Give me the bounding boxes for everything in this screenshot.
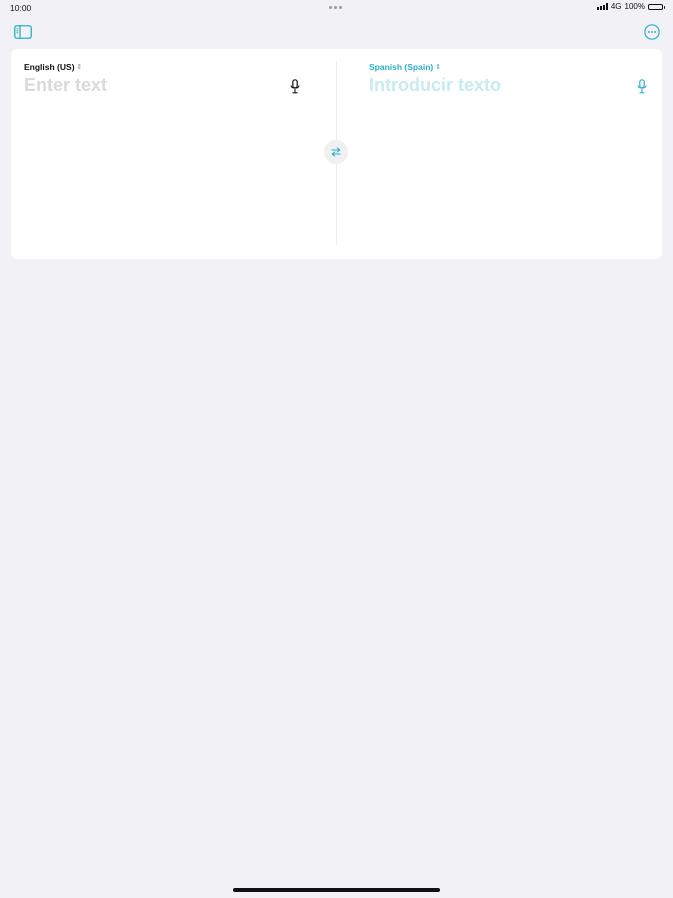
network-label: 4G [610,2,622,11]
chevron-up-down-icon: ⇕ [435,63,442,71]
target-pane: Spanish (Spain) ⇕ [337,49,662,259]
target-text-input[interactable] [369,75,619,96]
multitasking-dots-icon[interactable] [329,6,342,9]
translation-card: English (US) ⇕ Spanish (Spain) ⇕ [11,49,662,259]
swap-languages-button[interactable] [324,140,348,164]
chevron-up-down-icon: ⇕ [76,63,83,71]
app-screen: 10:00 4G 100% English (US) ⇕ Enter text … [0,0,673,898]
source-text-input[interactable] [24,75,274,96]
ellipsis-circle-icon[interactable] [644,24,660,40]
signal-bars-icon [596,3,608,10]
battery-full-icon [648,3,665,10]
source-pane: English (US) ⇕ [11,49,336,259]
status-indicators: 4G 100% [596,2,665,11]
target-language-label: Spanish (Spain) [369,62,434,72]
swap-arrows-icon [331,147,341,157]
status-time: 10:00 [10,3,32,13]
source-language-label: English (US) [24,62,75,72]
battery-percent: 100% [624,2,645,11]
status-bar: 10:00 4G 100% [0,0,673,16]
sidebar-toggle-icon[interactable] [14,25,32,39]
microphone-icon[interactable] [290,79,300,94]
target-language-selector[interactable]: Spanish (Spain) ⇕ [369,62,441,72]
home-indicator[interactable] [233,888,440,892]
microphone-icon[interactable] [637,79,647,94]
source-language-selector[interactable]: English (US) ⇕ [24,62,82,72]
